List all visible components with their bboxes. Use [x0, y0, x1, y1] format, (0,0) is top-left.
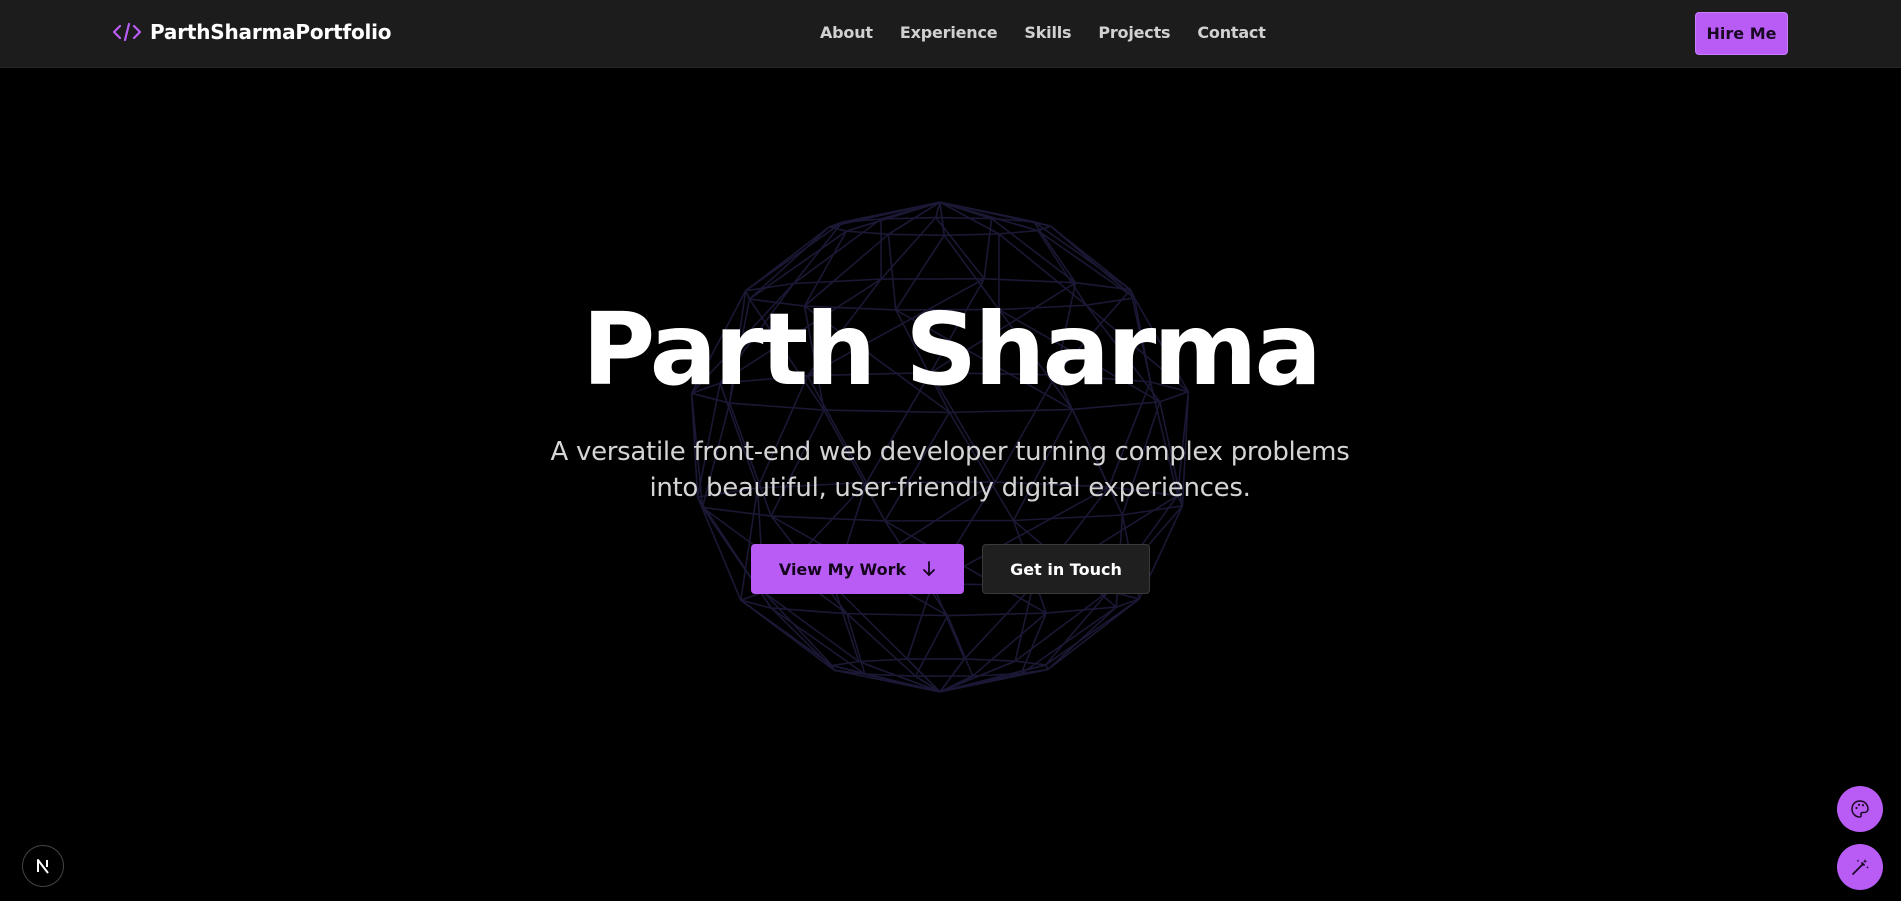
theme-palette-button[interactable]	[1837, 786, 1883, 832]
code-icon	[113, 22, 141, 42]
nextjs-icon	[37, 859, 49, 874]
magic-wand-icon	[1852, 859, 1869, 875]
hero-title: Parth Sharma	[582, 291, 1322, 408]
main-nav: About Experience Skills Projects Contact	[820, 0, 1266, 64]
magic-wand-button[interactable]	[1837, 844, 1883, 890]
hire-me-button[interactable]: Hire Me	[1695, 12, 1788, 55]
arrow-down-icon	[923, 561, 936, 576]
nav-link-contact[interactable]: Contact	[1197, 23, 1266, 42]
nav-link-projects[interactable]: Projects	[1098, 23, 1170, 42]
get-in-touch-label: Get in Touch	[1010, 559, 1122, 579]
nav-link-experience[interactable]: Experience	[900, 23, 998, 42]
get-in-touch-button[interactable]: Get in Touch	[982, 544, 1150, 594]
brand-logo[interactable]: ParthSharmaPortfolio	[113, 0, 392, 64]
nav-link-skills[interactable]: Skills	[1024, 23, 1071, 42]
brand-name: ParthSharmaPortfolio	[150, 20, 392, 44]
hero-subtitle: A versatile front-end web developer turn…	[550, 437, 1350, 503]
view-my-work-button[interactable]: View My Work	[751, 544, 964, 594]
nextjs-dev-indicator[interactable]	[22, 845, 64, 887]
palette-icon	[1851, 800, 1869, 818]
nav-link-about[interactable]: About	[820, 23, 873, 42]
navbar: ParthSharmaPortfolio About Experience Sk…	[0, 0, 1901, 68]
view-my-work-label: View My Work	[778, 559, 907, 579]
